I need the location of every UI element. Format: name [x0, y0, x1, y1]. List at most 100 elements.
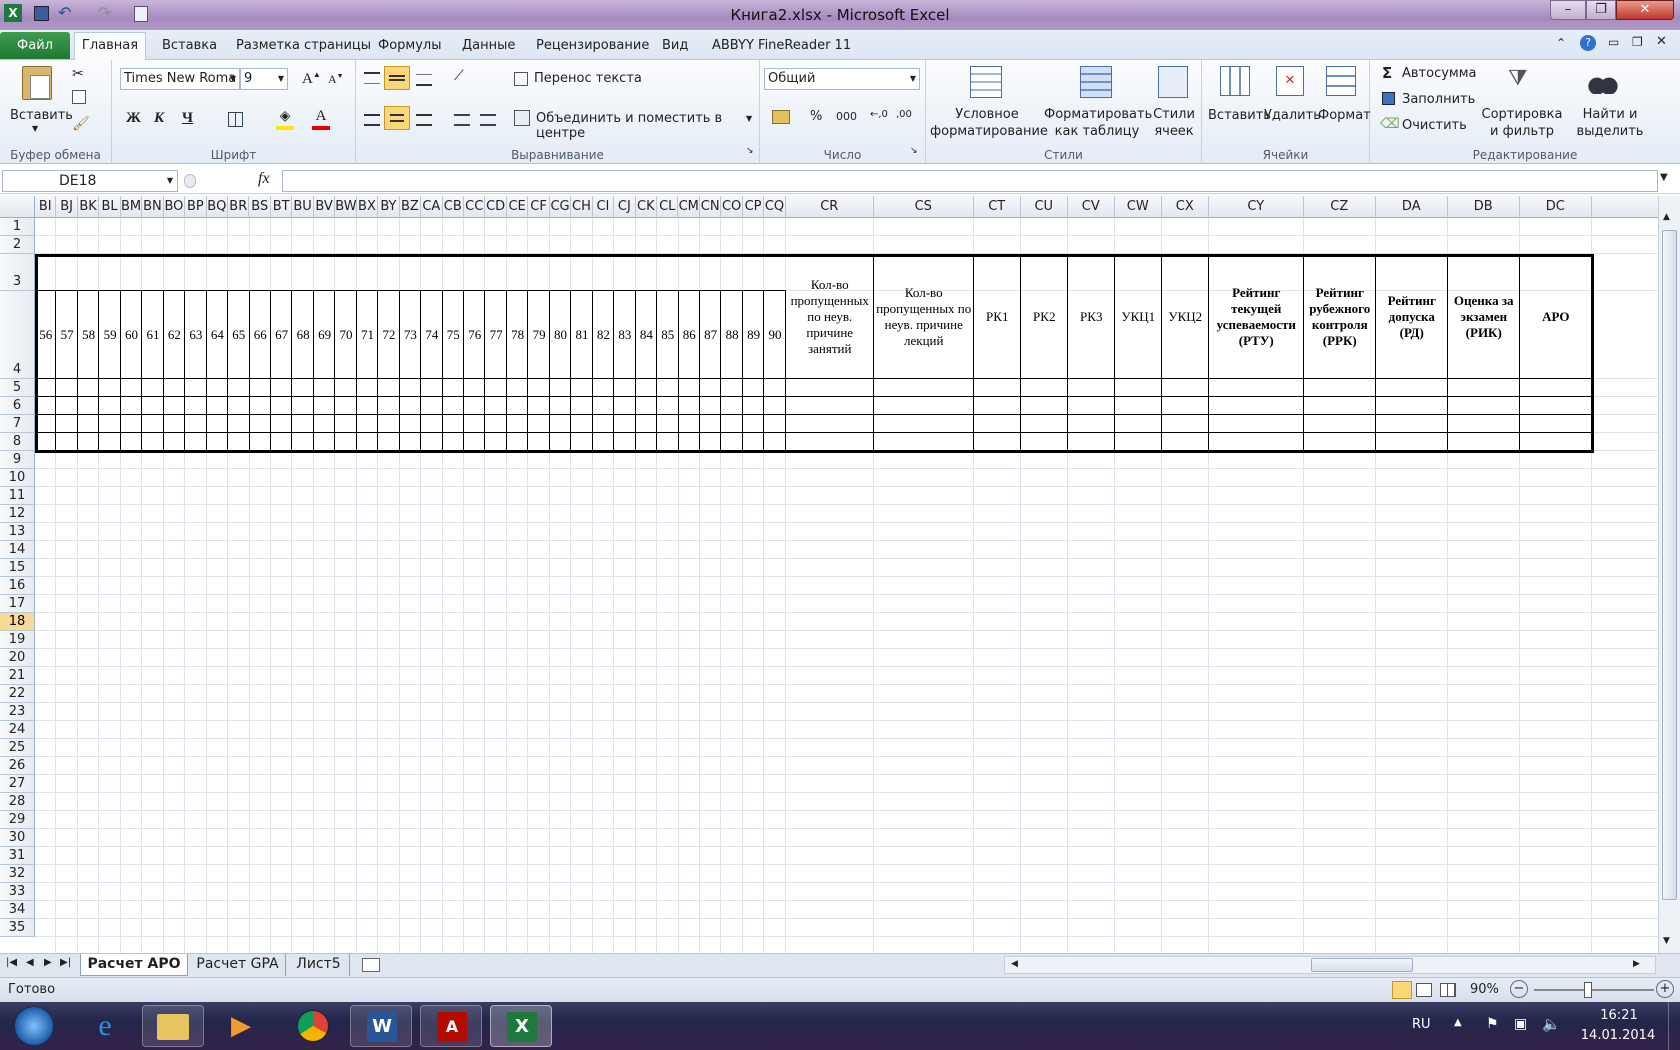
font-size-select[interactable]: 9 ▼ [240, 68, 288, 90]
fill-button[interactable]: Заполнить [1402, 92, 1475, 107]
worksheet-grid[interactable]: BI BJ BK BL BM BN BO BP BQ BR BS BT BU BV BW BX BY BZ CA CB… [0, 196, 1658, 953]
align-center-icon[interactable] [384, 106, 410, 130]
fill-icon[interactable] [1382, 92, 1395, 105]
format-painter-icon[interactable]: 🖌 [72, 116, 90, 132]
header-cell-cv[interactable]: РК3 [1069, 256, 1114, 377]
borders-icon[interactable] [228, 112, 243, 127]
explorer-taskbar-icon[interactable] [142, 1005, 204, 1047]
prev-sheet-icon[interactable]: ◀ [26, 957, 34, 968]
tab-page-layout[interactable]: Разметка страницы [236, 38, 371, 53]
scroll-down-icon[interactable]: ▼ [1663, 936, 1670, 946]
lesson-number-cell[interactable]: 74 [421, 291, 442, 379]
bold-button[interactable]: Ж [126, 110, 141, 127]
clock-date[interactable]: 14.01.2014 [1576, 1028, 1660, 1043]
redo-icon[interactable]: ↷ [98, 3, 111, 22]
row-header-35[interactable]: 35 [0, 919, 35, 937]
row-header-32[interactable]: 32 [0, 865, 35, 883]
align-middle-icon[interactable] [384, 66, 410, 90]
row-header-16[interactable]: 16 [0, 577, 35, 595]
row-header-29[interactable]: 29 [0, 811, 35, 829]
lesson-number-cell[interactable]: 89 [743, 291, 764, 379]
row-header-19[interactable]: 19 [0, 631, 35, 649]
media-player-taskbar-icon[interactable]: ▶ [210, 1005, 272, 1047]
lesson-number-cell[interactable]: 67 [271, 291, 292, 379]
fill-color-icon[interactable]: ◈ [276, 108, 294, 130]
next-sheet-icon[interactable]: ▶ [44, 957, 52, 968]
row-header-17[interactable]: 17 [0, 595, 35, 613]
header-cell-db[interactable]: Оценка за экзамен (РИК) [1449, 256, 1519, 377]
header-cell-cw[interactable]: УКЦ1 [1116, 256, 1161, 377]
lesson-number-cell[interactable]: 85 [657, 291, 678, 379]
header-cell-cr[interactable]: Кол-во пропущенных по неув. причине заня… [787, 256, 873, 377]
sort-filter-icon[interactable]: ⧩ [1508, 66, 1528, 91]
row-header-7[interactable]: 7 [0, 415, 35, 433]
row-header-28[interactable]: 28 [0, 793, 35, 811]
format-as-table-icon[interactable] [1080, 66, 1112, 98]
row-header-24[interactable]: 24 [0, 721, 35, 739]
row-header-18[interactable]: 18 [0, 613, 35, 631]
tab-insert[interactable]: Вставка [162, 38, 217, 53]
sheet-tab[interactable]: Расчет GPA [190, 954, 286, 976]
name-box-dropdown-icon[interactable]: ▼ [167, 171, 173, 191]
italic-button[interactable]: К [154, 110, 164, 127]
copy-icon[interactable] [72, 90, 86, 104]
currency-format-icon[interactable] [772, 110, 790, 124]
action-center-icon[interactable]: ⚑ [1486, 1016, 1499, 1032]
lesson-number-cell[interactable]: 86 [679, 291, 700, 379]
lesson-number-cell[interactable]: 88 [721, 291, 742, 379]
row-header-12[interactable]: 12 [0, 505, 35, 523]
paste-icon[interactable] [22, 66, 52, 100]
orientation-icon[interactable]: ⟋ [454, 68, 464, 84]
lesson-number-cell[interactable]: 75 [443, 291, 464, 379]
autosum-icon[interactable]: Σ [1382, 64, 1392, 82]
lesson-number-cell[interactable]: 65 [228, 291, 249, 379]
sheet-tab-active[interactable]: Расчет АРО [80, 954, 188, 976]
font-color-icon[interactable]: A [312, 108, 330, 130]
conditional-format-button[interactable]: Условное форматирование [930, 106, 1048, 140]
find-select-button[interactable]: Найти и выделить [1566, 106, 1654, 140]
sheet-tab[interactable]: Лист5 [288, 954, 350, 976]
save-icon[interactable] [34, 6, 49, 21]
lesson-number-cell[interactable]: 72 [378, 291, 399, 379]
font-name-select[interactable]: Times New Roma ▼ [120, 68, 240, 90]
first-sheet-icon[interactable]: |◀ [6, 957, 17, 968]
lesson-number-cell[interactable]: 59 [99, 291, 120, 379]
row-header-10[interactable]: 10 [0, 469, 35, 487]
start-button-icon[interactable] [14, 1006, 54, 1046]
align-top-icon[interactable] [364, 72, 380, 84]
row-header-20[interactable]: 20 [0, 649, 35, 667]
row-header-21[interactable]: 21 [0, 667, 35, 685]
new-sheet-icon[interactable] [362, 958, 380, 972]
row-header-34[interactable]: 34 [0, 901, 35, 919]
row-header-23[interactable]: 23 [0, 703, 35, 721]
lesson-number-cell[interactable]: 56 [35, 291, 56, 379]
format-as-table-button[interactable]: Форматировать как таблицу [1044, 106, 1152, 140]
excel-taskbar-icon[interactable]: X [490, 1005, 552, 1047]
network-icon[interactable]: ▣ [1514, 1016, 1527, 1032]
minimize-ribbon-icon[interactable]: ⌃ [1556, 36, 1566, 50]
lesson-number-cell[interactable]: 73 [400, 291, 421, 379]
horizontal-scroll-thumb[interactable] [1311, 958, 1413, 972]
row-header-33[interactable]: 33 [0, 883, 35, 901]
tab-review[interactable]: Рецензирование [536, 38, 649, 53]
zoom-slider-thumb[interactable] [1584, 982, 1592, 998]
increase-indent-icon[interactable] [480, 114, 496, 126]
tab-data[interactable]: Данные [462, 38, 515, 53]
binoculars-icon[interactable] [1588, 68, 1618, 94]
clear-button[interactable]: Очистить [1402, 118, 1467, 133]
minimize-button[interactable]: – [1550, 0, 1586, 20]
maximize-button[interactable]: ❐ [1586, 0, 1616, 20]
number-format-select[interactable]: Общий ▼ [764, 68, 920, 90]
decrease-indent-icon[interactable] [454, 114, 470, 126]
formula-bar-splitter[interactable] [184, 174, 196, 188]
lesson-number-cell[interactable]: 77 [485, 291, 506, 379]
conditional-format-icon[interactable] [970, 66, 1002, 98]
lesson-number-cell[interactable]: 80 [550, 291, 571, 379]
scroll-right-icon[interactable]: ▶ [1633, 959, 1640, 969]
row-header-4[interactable]: 4 [0, 291, 35, 379]
scroll-up-icon[interactable]: ▲ [1663, 212, 1670, 222]
tab-view[interactable]: Вид [662, 38, 688, 53]
row-header-11[interactable]: 11 [0, 487, 35, 505]
zoom-out-icon[interactable]: − [1510, 980, 1528, 998]
name-box[interactable]: DE18 ▼ [2, 170, 178, 192]
